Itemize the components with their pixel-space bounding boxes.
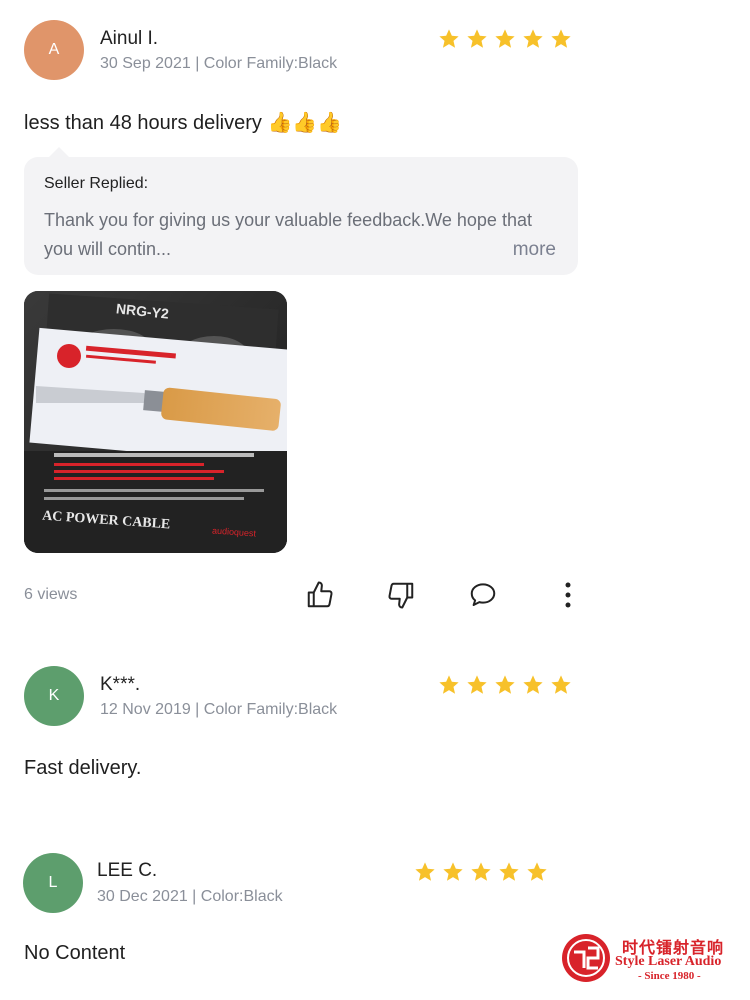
- watermark-english: Style Laser Audio: [615, 954, 722, 969]
- comment-icon: [470, 583, 496, 606]
- avatar: A: [24, 20, 84, 80]
- star-icon: [439, 29, 459, 48]
- more-options-button[interactable]: [551, 578, 585, 612]
- rating-stars: [438, 674, 572, 696]
- star-icon: [499, 862, 519, 881]
- star-icon: [495, 675, 515, 694]
- star-icon: [551, 675, 571, 694]
- avatar: L: [23, 853, 83, 913]
- review-meta: 12 Nov 2019 | Color Family:Black: [100, 701, 338, 718]
- logo-emblem-icon: [562, 934, 610, 982]
- more-vertical-icon: [565, 582, 571, 608]
- review-text: No Content: [24, 942, 126, 964]
- star-icon: [439, 675, 459, 694]
- review-card: K K***. 12 Nov 2019 | Color Family:Black…: [0, 640, 750, 820]
- star-icon: [467, 675, 487, 694]
- thumbs-up-icon: [307, 581, 333, 608]
- seller-reply-text: Thank you for giving us your valuable fe…: [44, 210, 532, 259]
- reply-more-link[interactable]: more: [513, 239, 556, 261]
- reviewer-name: Ainul I.: [100, 28, 159, 49]
- thumbs-down-icon: [388, 582, 414, 609]
- review-meta: 30 Dec 2021 | Color:Black: [97, 888, 283, 905]
- reviewer-name: LEE C.: [97, 860, 158, 881]
- review-photo[interactable]: NRG-Y2 AC POWER CABLE audioquest: [24, 291, 287, 553]
- dislike-button[interactable]: [384, 578, 418, 612]
- avatar: K: [24, 666, 84, 726]
- review-text: Fast delivery.: [24, 757, 142, 779]
- review-card: A Ainul I. 30 Sep 2021 | Color Family:Bl…: [0, 0, 750, 640]
- watermark-since: - Since 1980 -: [638, 970, 701, 982]
- star-icon: [551, 29, 571, 48]
- seller-reply-title: Seller Replied:: [44, 175, 149, 192]
- comment-button[interactable]: [466, 578, 500, 612]
- star-icon: [471, 862, 491, 881]
- rating-stars: [438, 28, 572, 50]
- star-icon: [523, 29, 543, 48]
- rating-stars: [414, 861, 548, 883]
- star-icon: [467, 29, 487, 48]
- watermark-logo: 时代镭射音响 Style Laser Audio - Since 1980 -: [560, 930, 745, 988]
- like-button[interactable]: [303, 578, 337, 612]
- reviewer-name: K***.: [100, 674, 141, 695]
- star-icon: [443, 862, 463, 881]
- star-icon: [415, 862, 435, 881]
- review-text: less than 48 hours delivery 👍👍👍: [24, 112, 343, 134]
- star-icon: [495, 29, 515, 48]
- seller-reply[interactable]: Seller Replied: Thank you for giving us …: [24, 147, 578, 275]
- review-meta: 30 Sep 2021 | Color Family:Black: [100, 55, 338, 72]
- star-icon: [523, 675, 543, 694]
- view-count: 6 views: [24, 586, 78, 603]
- star-icon: [527, 862, 547, 881]
